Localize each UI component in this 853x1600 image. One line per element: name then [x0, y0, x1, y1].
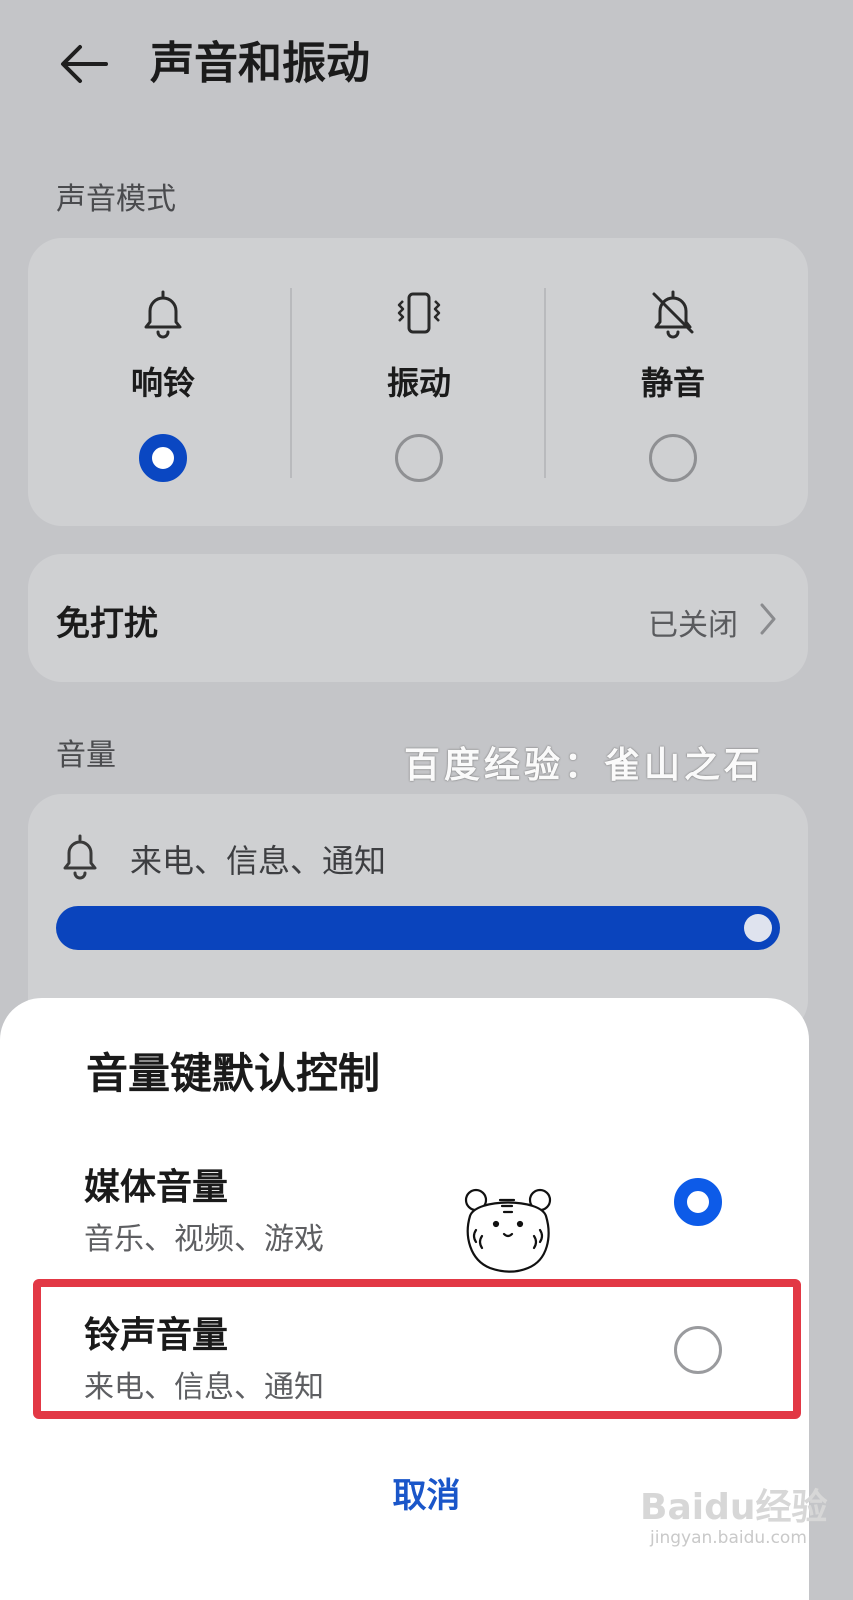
mode-option-silent[interactable]: 静音	[544, 238, 802, 528]
back-button[interactable]	[58, 38, 110, 90]
slider-thumb[interactable]	[744, 914, 772, 942]
option-subtitle: 音乐、视频、游戏	[84, 1222, 324, 1257]
bell-icon	[144, 290, 182, 339]
mode-option-vibrate[interactable]: 振动	[290, 238, 548, 528]
dnd-status: 已关闭	[648, 608, 738, 643]
bell-icon	[63, 834, 97, 880]
mode-radio-silent[interactable]	[649, 434, 697, 482]
dnd-row[interactable]: 免打扰 已关闭	[28, 554, 808, 682]
ring-volume-slider[interactable]	[56, 906, 780, 950]
volume-section-label: 音量	[56, 738, 116, 773]
mode-label-ring: 响铃	[130, 364, 195, 402]
dialog-title: 音量键默认控制	[86, 1049, 381, 1098]
back-arrow-icon	[61, 45, 108, 83]
option-media-volume[interactable]: 媒体音量 音乐、视频、游戏	[40, 1138, 800, 1268]
baidu-url: jingyan.baidu.com	[650, 1528, 807, 1548]
tiger-sticker-icon	[464, 1188, 552, 1273]
baidu-logo: Baidu经验	[640, 1487, 828, 1528]
dnd-label: 免打扰	[56, 604, 158, 644]
sound-mode-card: 响铃 振动 静音	[28, 238, 808, 526]
vibrate-icon	[397, 292, 441, 334]
bell-off-icon	[652, 290, 694, 339]
sound-mode-section-label: 声音模式	[56, 182, 176, 217]
option-radio-media[interactable]	[674, 1178, 722, 1226]
ring-volume-label: 来电、信息、通知	[130, 842, 387, 880]
mode-radio-vibrate[interactable]	[395, 434, 443, 482]
option-title: 媒体音量	[84, 1167, 229, 1208]
chevron-right-icon	[760, 603, 776, 635]
mode-radio-ring[interactable]	[139, 434, 187, 482]
mode-label-silent: 静音	[640, 364, 705, 402]
mode-option-ring[interactable]: 响铃	[34, 238, 292, 528]
page-title: 声音和振动	[150, 38, 370, 89]
highlight-box	[33, 1279, 801, 1419]
author-watermark: 百度经验：雀山之石	[404, 745, 765, 786]
mode-label-vibrate: 振动	[386, 364, 451, 402]
